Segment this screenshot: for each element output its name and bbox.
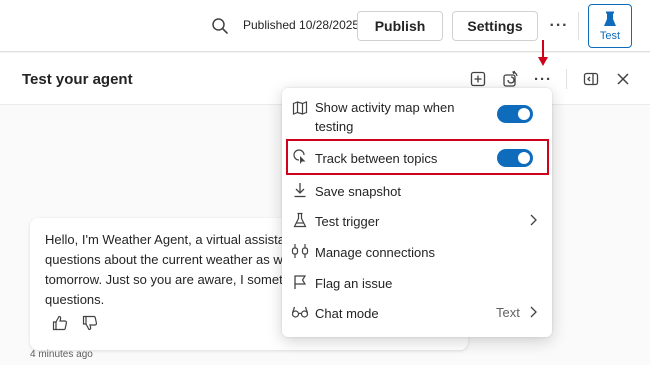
close-icon [617,73,629,85]
menu-item-manage-connections[interactable]: Manage connections [282,238,552,264]
menu-item-label: Manage connections [315,245,435,260]
menu-item-label: testing [315,119,354,134]
chevron-right-icon [528,213,538,227]
chat-mode-value: Text [496,305,520,320]
menu-item-test-trigger[interactable]: Test trigger [282,207,552,233]
published-status: Published 10/28/2025 [243,18,360,32]
menu-item-chat-mode[interactable]: Chat mode Text [282,299,552,325]
test-button[interactable]: Test [588,4,632,48]
menu-item-flag-issue[interactable]: Flag an issue [282,269,552,295]
menu-item-track-between-topics[interactable]: Track between topics [282,144,552,170]
more-options-menu: Show activity map when testing Track bet… [282,88,552,337]
divider [566,69,567,89]
toggle-knob [518,152,530,164]
search-icon [212,18,228,34]
red-arrow-annotation [538,40,548,66]
thumbs-up-icon [52,315,68,331]
download-icon [291,181,309,199]
glasses-icon [291,303,309,321]
activity-map-toggle[interactable] [497,105,533,123]
chevron-right-icon [528,305,538,319]
menu-item-label: Chat mode [315,306,379,321]
message-timestamp: 4 minutes ago [30,349,93,360]
refresh-button[interactable] [499,68,521,90]
thumbs-down-button[interactable] [80,313,100,333]
refresh-chat-icon [503,70,518,87]
close-panel-button[interactable] [612,68,634,90]
menu-item-show-activity-map[interactable]: Show activity map when testing [282,96,552,136]
publish-button[interactable]: Publish [357,11,443,41]
menu-item-save-snapshot[interactable]: Save snapshot [282,177,552,203]
menu-item-label: Flag an issue [315,276,393,291]
panel-more-button[interactable]: ··· [532,68,554,90]
menu-item-label: Save snapshot [315,184,402,199]
menu-item-label: Track between topics [315,151,438,166]
track-topics-toggle[interactable] [497,149,533,167]
flag-icon [291,273,309,291]
flask-icon [604,11,616,26]
panel-collapse-icon [583,72,599,86]
settings-button[interactable]: Settings [452,11,538,41]
toggle-knob [518,108,530,120]
plug-icon [291,242,309,260]
more-options-button[interactable]: ··· [548,14,570,38]
menu-item-label: Show activity map when [315,100,455,115]
new-chat-button[interactable] [467,68,489,90]
top-bar: Published 10/28/2025 Publish Settings ··… [0,0,650,52]
add-square-icon [470,71,486,87]
track-cursor-icon [291,148,309,166]
panel-title: Test your agent [22,71,133,88]
map-icon [291,99,309,117]
thumbs-up-button[interactable] [50,313,70,333]
divider [578,12,579,40]
thumbs-down-icon [82,315,98,331]
menu-item-label: Test trigger [315,214,380,229]
beaker-icon [291,211,309,229]
test-button-label: Test [599,29,621,42]
search-button[interactable] [208,14,232,38]
collapse-panel-button[interactable] [580,68,602,90]
